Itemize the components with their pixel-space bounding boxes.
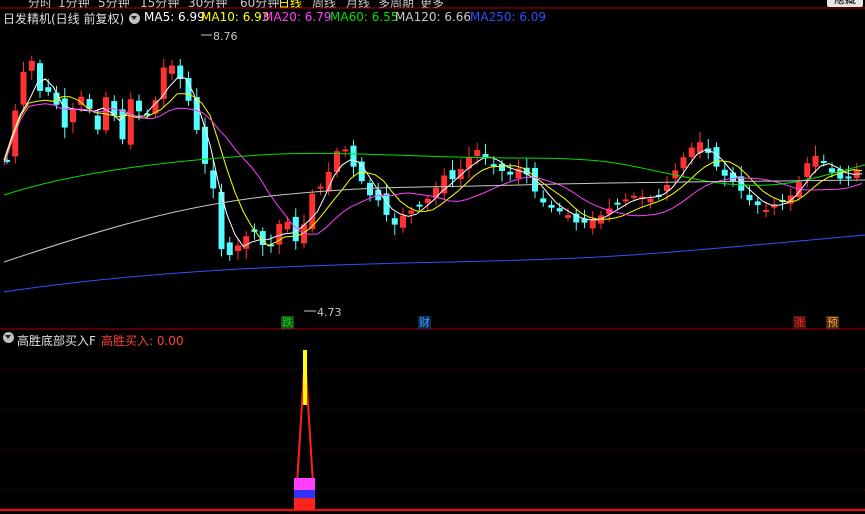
high-price-label: 8.76	[213, 30, 238, 43]
candle-body	[812, 155, 819, 167]
candle-body	[820, 161, 827, 164]
candle-body	[210, 170, 217, 189]
kline-chart[interactable]: 8.76 4.73	[0, 0, 865, 514]
candle-body	[350, 145, 357, 167]
candle-body	[490, 164, 497, 167]
event-badge-2[interactable]: 涨	[793, 316, 806, 329]
candle-body	[342, 149, 349, 152]
candle-body	[226, 242, 233, 255]
candle-body	[622, 199, 629, 202]
candle-body	[37, 63, 43, 91]
low-price-label: 4.73	[317, 306, 342, 319]
indicator-red-bar	[294, 498, 315, 510]
candle-body	[763, 209, 769, 212]
candle-body	[20, 71, 27, 105]
indicator-value: 高胜买入: 0.00	[101, 334, 184, 348]
candle-body	[482, 154, 489, 158]
candle-body	[540, 198, 547, 203]
candle-body	[177, 65, 184, 79]
candle-body	[589, 219, 596, 229]
indicator-yellow-bar	[303, 350, 307, 405]
candle-body	[614, 202, 621, 205]
candle-body	[829, 168, 835, 173]
candle-body	[631, 195, 637, 198]
candle-body	[391, 218, 398, 225]
candle-body	[721, 169, 728, 176]
candle-body	[804, 163, 811, 177]
candle-body	[243, 236, 250, 249]
candle-body	[746, 194, 753, 201]
candle-body	[408, 210, 415, 214]
candle-body	[28, 60, 35, 71]
candle-body	[754, 201, 761, 206]
candle-body	[284, 221, 291, 230]
candle-body	[136, 100, 142, 112]
candle-body	[169, 65, 175, 74]
candle-body	[185, 78, 192, 101]
indicator-header: 高胜底部买入F 高胜买入: 0.00	[0, 331, 865, 348]
indicator-blue-bar	[294, 490, 315, 498]
candle-body	[375, 189, 382, 201]
candle-body	[70, 109, 76, 123]
candle-body	[556, 208, 563, 212]
candle-body	[45, 87, 52, 92]
candle-body	[119, 109, 126, 140]
candle-body	[507, 171, 514, 175]
candle-body	[647, 198, 654, 203]
candle-body	[680, 157, 687, 169]
indicator-name: 高胜底部买入F	[17, 334, 96, 348]
candle-body	[449, 170, 456, 180]
candle-body	[424, 198, 431, 203]
ma250-line	[3, 234, 865, 293]
event-badge-1[interactable]: 财	[418, 316, 431, 329]
candle-body	[400, 215, 406, 228]
indicator-dropdown-icon[interactable]	[3, 332, 14, 343]
event-badge-0[interactable]: 跌	[281, 316, 294, 329]
candle-body	[416, 204, 423, 207]
candle-body	[127, 99, 134, 145]
event-badge-3[interactable]: 预	[826, 316, 839, 329]
candle-body	[94, 115, 101, 130]
candle-body	[235, 245, 241, 252]
candle-body	[61, 98, 68, 128]
candle-body	[845, 176, 852, 179]
candle-body	[202, 126, 208, 164]
candle-body	[358, 161, 365, 182]
candle-body	[317, 186, 324, 189]
candle-body	[474, 150, 481, 157]
candle-body	[367, 182, 373, 196]
candle-body	[548, 204, 555, 208]
indicator-magenta-bar	[294, 478, 315, 492]
candle-body	[730, 172, 736, 182]
candle-body	[565, 215, 571, 218]
candle-body	[688, 147, 695, 158]
